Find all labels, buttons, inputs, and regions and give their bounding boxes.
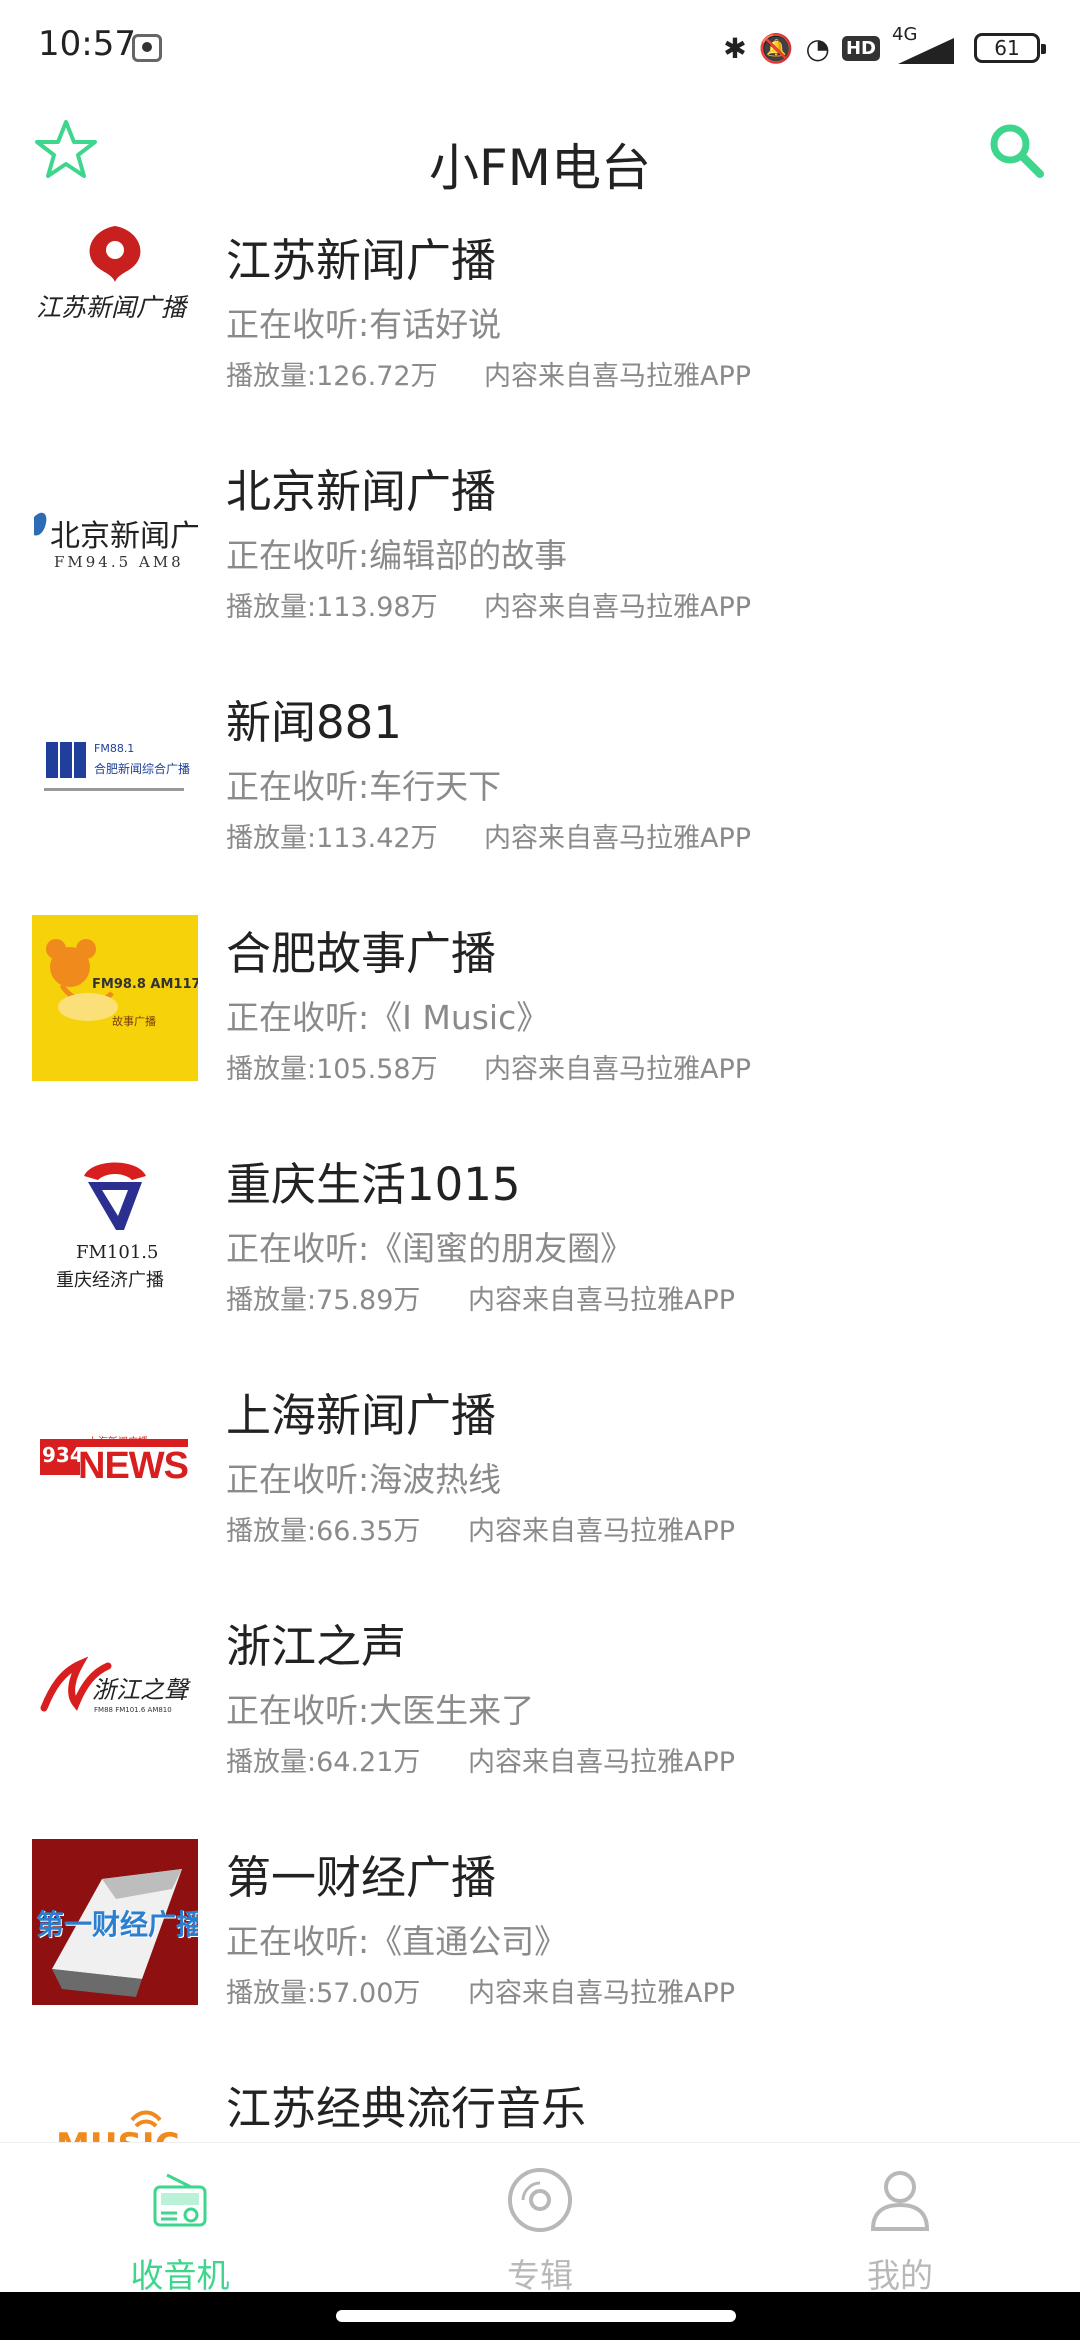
station-item[interactable]: 江苏新闻广播 江苏新闻广播 正在收听:有话好说 播放量:126.72万 内容来自… xyxy=(0,222,1080,453)
now-playing: 正在收听:车行天下 xyxy=(226,767,502,806)
station-logo: 江苏新闻广播 xyxy=(32,222,198,388)
content-source: 内容来自喜马拉雅APP xyxy=(468,1285,736,1316)
logo-text: 浙江之聲 xyxy=(92,1676,188,1704)
station-name: 新闻881 xyxy=(226,696,402,749)
content-source: 内容来自喜马拉雅APP xyxy=(468,1747,736,1778)
mute-icon: 🔕 xyxy=(758,31,794,65)
station-item[interactable]: FM101.5 重庆经济广播 重庆生活1015 正在收听:《闺蜜的朋友圈》 播放… xyxy=(0,1146,1080,1377)
station-item[interactable]: FM98.8 AM1170 故事广播 合肥故事广播 正在收听:《I Music》… xyxy=(0,915,1080,1146)
logo-text: NEWS xyxy=(78,1445,189,1487)
station-item[interactable]: 浙江之聲 FM88 FM101.6 AM810 浙江之声 正在收听:大医生来了 … xyxy=(0,1608,1080,1839)
now-playing: 正在收听:有话好说 xyxy=(226,305,502,344)
station-item[interactable]: 北京新闻广 FM94.5 AM8 北京新闻广播 正在收听:编辑部的故事 播放量:… xyxy=(0,453,1080,684)
now-playing: 正在收听:《闺蜜的朋友圈》 xyxy=(226,1229,634,1268)
battery-level: 61 xyxy=(994,36,1020,60)
logo-text: 江苏新闻广播 xyxy=(36,293,187,322)
station-name: 浙江之声 xyxy=(226,1620,407,1673)
station-name: 上海新闻广播 xyxy=(226,1389,497,1442)
content-source: 内容来自喜马拉雅APP xyxy=(484,592,752,623)
now-playing: 正在收听:《直通公司》 xyxy=(226,1922,568,1961)
play-count: 播放量:105.58万 xyxy=(226,1054,438,1085)
play-count: 播放量:113.98万 xyxy=(226,592,438,623)
station-name: 第一财经广播 xyxy=(226,1851,497,1904)
hd-badge: HD xyxy=(841,35,880,61)
station-name: 江苏新闻广播 xyxy=(226,234,497,287)
nav-label: 收音机 xyxy=(130,2256,230,2295)
battery-icon: 61 xyxy=(974,33,1046,63)
station-logo: 第一财经广播 xyxy=(32,1839,198,2005)
logo-text: 第一财经广播 xyxy=(36,1908,198,1941)
person-icon xyxy=(870,2171,930,2231)
station-logo: MUSIC xyxy=(32,2070,198,2142)
nav-label: 专辑 xyxy=(507,2256,573,2295)
content-source: 内容来自喜马拉雅APP xyxy=(468,1978,736,2009)
logo-sub: FM94.5 AM8 xyxy=(54,553,184,571)
signal-icon: 4G xyxy=(892,24,962,68)
now-playing: 正在收听:《I Music》 xyxy=(226,998,550,1037)
logo-text: FM101.5 xyxy=(76,1242,159,1263)
station-name: 江苏经典流行音乐 xyxy=(226,2082,587,2135)
play-count: 播放量:126.72万 xyxy=(226,361,438,392)
home-indicator[interactable] xyxy=(336,2310,736,2322)
station-item[interactable]: 第一财经广播 第一财经广播 正在收听:《直通公司》 播放量:57.00万 内容来… xyxy=(0,1839,1080,2070)
station-logo: FM88.1 合肥新闻综合广播 xyxy=(32,684,198,850)
screen-record-icon xyxy=(132,34,162,62)
logo-text: FM98.8 AM1170 xyxy=(92,977,198,992)
station-name: 北京新闻广播 xyxy=(226,465,497,518)
logo-sub: 重庆经济广播 xyxy=(56,1270,164,1291)
logo-text: FM88.1 xyxy=(94,742,135,755)
bottom-nav: 收音机 专辑 我的 xyxy=(0,2142,1080,2295)
now-playing: 正在收听:大医生来了 xyxy=(226,1691,535,1730)
status-icons: ✱ 🔕 ◔ HD 4G 61 xyxy=(723,24,1046,70)
now-playing: 正在收听:海波热线 xyxy=(226,1460,502,1499)
search-icon[interactable] xyxy=(986,120,1046,180)
disc-icon xyxy=(508,2168,572,2232)
play-count: 播放量:57.00万 xyxy=(226,1978,421,2009)
play-count: 播放量:64.21万 xyxy=(226,1747,421,1778)
logo-text: MUSIC xyxy=(56,2126,180,2142)
radio-icon xyxy=(153,2173,207,2227)
station-logo: FM101.5 重庆经济广播 xyxy=(32,1146,198,1312)
logo-text: 北京新闻广 xyxy=(50,519,198,554)
content-source: 内容来自喜马拉雅APP xyxy=(468,1516,736,1547)
station-name: 合肥故事广播 xyxy=(226,927,497,980)
station-logo: 北京新闻广 FM94.5 AM8 xyxy=(32,453,198,619)
station-logo: 浙江之聲 FM88 FM101.6 AM810 xyxy=(32,1608,198,1774)
content-source: 内容来自喜马拉雅APP xyxy=(484,361,752,392)
logo-sub: 故事广播 xyxy=(112,1015,156,1028)
station-logo: FM98.8 AM1170 故事广播 xyxy=(32,915,198,1081)
screen: 10:57 ✱ 🔕 ◔ HD 4G 61 小FM电台 江苏新闻广播 江苏新闻广播… xyxy=(0,0,1080,2340)
logo-sub: FM88 FM101.6 AM810 xyxy=(94,1706,172,1714)
station-item[interactable]: MUSIC 江苏经典流行音乐 xyxy=(0,2070,1080,2142)
content-source: 内容来自喜马拉雅APP xyxy=(484,823,752,854)
nav-mine[interactable]: 我的 xyxy=(720,2143,1080,2295)
bluetooth-icon: ✱ xyxy=(723,31,747,65)
alarm-icon: ◔ xyxy=(805,31,830,65)
play-count: 播放量:113.42万 xyxy=(226,823,438,854)
play-count: 播放量:75.89万 xyxy=(226,1285,421,1316)
nav-radio[interactable]: 收音机 xyxy=(0,2143,360,2295)
status-bar: 10:57 ✱ 🔕 ◔ HD 4G 61 xyxy=(0,0,1080,96)
station-item[interactable]: 934 上海新闻广播 NEWS 上海新闻广播 正在收听:海波热线 播放量:66.… xyxy=(0,1377,1080,1608)
gesture-bar xyxy=(0,2292,1080,2340)
app-header: 小FM电台 xyxy=(0,110,1080,210)
nav-album[interactable]: 专辑 xyxy=(360,2143,720,2295)
content-source: 内容来自喜马拉雅APP xyxy=(484,1054,752,1085)
status-time: 10:57 xyxy=(38,24,136,64)
play-count: 播放量:66.35万 xyxy=(226,1516,421,1547)
station-list: 江苏新闻广播 江苏新闻广播 正在收听:有话好说 播放量:126.72万 内容来自… xyxy=(0,222,1080,2142)
nav-label: 我的 xyxy=(867,2256,933,2295)
station-logo: 934 上海新闻广播 NEWS xyxy=(32,1377,198,1543)
logo-sub: 合肥新闻综合广播 xyxy=(94,762,191,776)
station-name: 重庆生活1015 xyxy=(226,1158,521,1211)
page-title: 小FM电台 xyxy=(429,139,651,197)
now-playing: 正在收听:编辑部的故事 xyxy=(226,536,568,575)
station-item[interactable]: FM88.1 合肥新闻综合广播 新闻881 正在收听:车行天下 播放量:113.… xyxy=(0,684,1080,915)
